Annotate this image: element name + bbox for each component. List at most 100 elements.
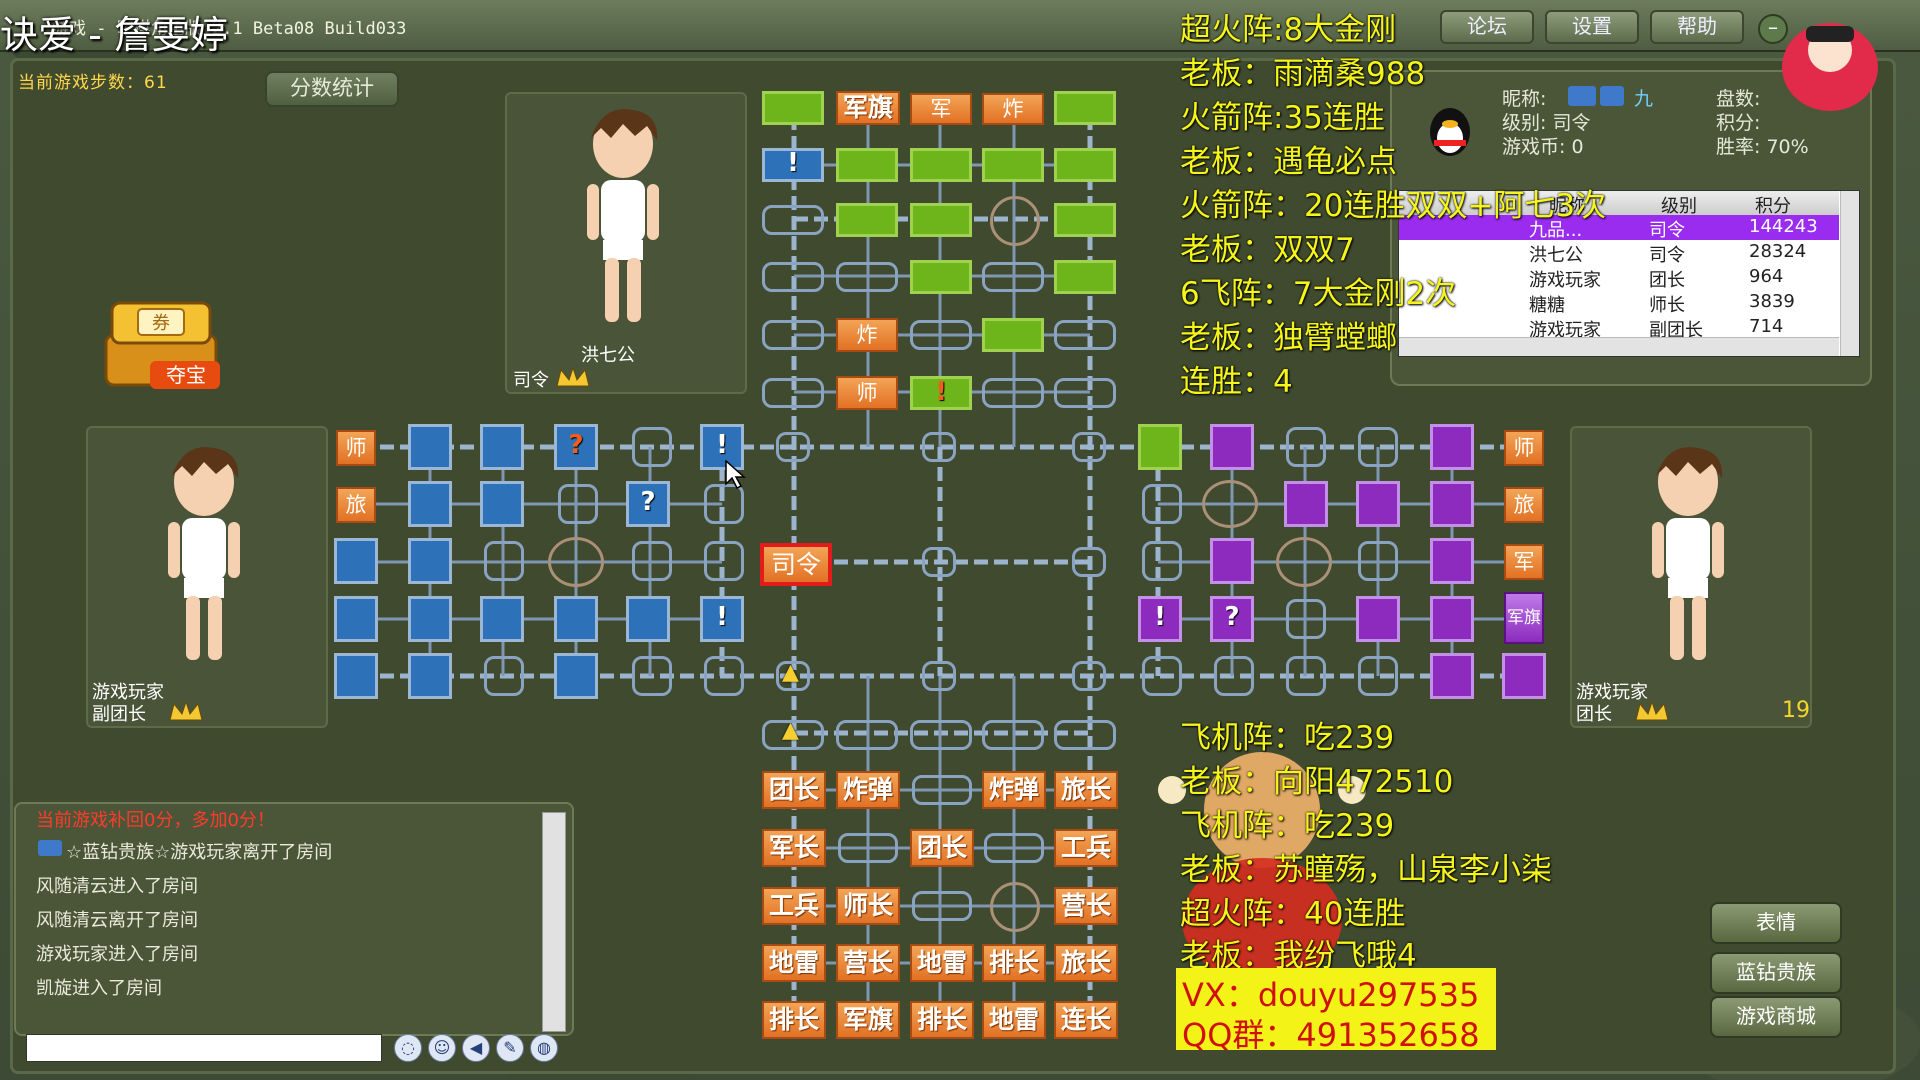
green-piece[interactable]: [836, 203, 898, 237]
own-piece[interactable]: 地雷: [982, 1001, 1046, 1039]
blue-piece[interactable]: [554, 653, 598, 699]
green-piece[interactable]: [1054, 148, 1116, 182]
green-piece[interactable]: [762, 91, 824, 125]
chat-scrollbar[interactable]: [542, 812, 566, 1032]
purple-piece[interactable]: [1284, 481, 1328, 527]
empty-node[interactable]: [1286, 656, 1326, 696]
empty-node[interactable]: [922, 432, 956, 462]
empty-node[interactable]: [910, 320, 972, 350]
player-list-hscroll[interactable]: [1399, 337, 1839, 356]
selected-commander-piece[interactable]: 司令: [760, 543, 832, 586]
blue-piece[interactable]: [408, 424, 452, 470]
empty-node[interactable]: [704, 656, 744, 696]
empty-node[interactable]: [836, 262, 898, 292]
own-piece[interactable]: 炸弹: [982, 771, 1046, 809]
empty-node[interactable]: [1286, 599, 1326, 639]
empty-node[interactable]: [1054, 378, 1116, 408]
empty-node[interactable]: [912, 891, 972, 921]
empty-node[interactable]: [776, 432, 810, 462]
right-player-card[interactable]: 游戏玩家 团长 19: [1570, 426, 1812, 728]
empty-node[interactable]: [1072, 547, 1106, 577]
own-piece[interactable]: 工兵: [1054, 829, 1118, 867]
empty-node[interactable]: [1072, 661, 1106, 691]
empty-node[interactable]: [922, 547, 956, 577]
green-piece[interactable]: [1054, 203, 1116, 237]
empty-node[interactable]: [632, 427, 672, 467]
speech-bubble-icon[interactable]: ◌: [394, 1034, 422, 1062]
empty-node[interactable]: [1214, 656, 1254, 696]
score-stats-button[interactable]: 分数统计: [265, 71, 399, 107]
treasure-icon[interactable]: 券 夺宝: [98, 295, 233, 395]
own-piece[interactable]: 师长: [836, 887, 900, 925]
blue-piece[interactable]: [480, 481, 524, 527]
camp-node[interactable]: [990, 196, 1040, 246]
empty-node[interactable]: [922, 661, 956, 691]
empty-node[interactable]: [762, 378, 824, 408]
bluediamond-button[interactable]: 蓝钻贵族: [1710, 952, 1842, 994]
empty-node[interactable]: [912, 775, 972, 805]
empty-node[interactable]: [1358, 541, 1398, 581]
purple-piece[interactable]: [1210, 424, 1254, 470]
camp-node[interactable]: [1202, 480, 1258, 528]
player-list-row[interactable]: 糖糖 师长 3839: [1399, 290, 1839, 316]
player-list-row[interactable]: 游戏玩家 团长 964: [1399, 265, 1839, 291]
green-piece[interactable]: [910, 203, 972, 237]
empty-node[interactable]: [762, 320, 824, 350]
green-piece[interactable]: [910, 260, 972, 294]
empty-node[interactable]: [484, 656, 524, 696]
own-piece[interactable]: 军旗: [836, 1001, 900, 1039]
green-piece[interactable]: [982, 148, 1044, 182]
green-piece[interactable]: [836, 148, 898, 182]
camp-node[interactable]: [990, 882, 1040, 932]
empty-node[interactable]: [762, 205, 824, 235]
right-piece-brigade[interactable]: 旅: [1504, 487, 1544, 523]
own-piece[interactable]: 军长: [762, 829, 826, 867]
left-piece-brigade[interactable]: 旅: [336, 487, 376, 523]
camp-node[interactable]: [548, 537, 604, 587]
blue-piece[interactable]: [408, 538, 452, 584]
blue-piece[interactable]: [554, 596, 598, 642]
empty-node[interactable]: [558, 484, 598, 524]
green-piece[interactable]: [1054, 91, 1116, 125]
purple-piece[interactable]: [1430, 653, 1474, 699]
empty-node[interactable]: [632, 656, 672, 696]
own-piece[interactable]: 旅长: [1054, 771, 1118, 809]
own-piece[interactable]: 营长: [836, 944, 900, 982]
own-piece[interactable]: 团长: [762, 771, 826, 809]
blue-piece[interactable]: [334, 653, 378, 699]
left-player-card[interactable]: 游戏玩家 副团长: [86, 426, 328, 728]
own-piece[interactable]: 排长: [982, 944, 1046, 982]
own-piece[interactable]: 旅长: [1054, 944, 1118, 982]
empty-node[interactable]: [762, 720, 824, 750]
empty-node[interactable]: [1054, 320, 1116, 350]
own-piece[interactable]: 地雷: [910, 944, 974, 982]
blue-piece[interactable]: [408, 481, 452, 527]
own-piece[interactable]: 工兵: [762, 887, 826, 925]
empty-node[interactable]: [704, 541, 744, 581]
empty-node[interactable]: [982, 720, 1044, 750]
blue-piece[interactable]: [334, 596, 378, 642]
top-piece-flag[interactable]: 军旗: [836, 91, 900, 125]
empty-node[interactable]: [982, 378, 1044, 408]
forum-button[interactable]: 论坛: [1440, 10, 1534, 44]
speaker-icon[interactable]: ◀: [462, 1034, 490, 1062]
own-piece[interactable]: 团长: [910, 829, 974, 867]
empty-node[interactable]: [984, 833, 1044, 863]
empty-node[interactable]: [838, 833, 898, 863]
blue-piece[interactable]: [480, 596, 524, 642]
top-player-card[interactable]: 洪七公 司令: [505, 92, 747, 394]
left-piece-division[interactable]: 师: [336, 430, 376, 466]
purple-piece[interactable]: [1356, 596, 1400, 642]
settings-button[interactable]: 设置: [1545, 10, 1639, 44]
purple-piece[interactable]: [1430, 538, 1474, 584]
player-list-vscroll[interactable]: [1840, 191, 1859, 356]
empty-node[interactable]: [484, 541, 524, 581]
blue-piece[interactable]: [480, 424, 524, 470]
emoji-button[interactable]: 表情: [1710, 902, 1842, 944]
own-piece[interactable]: 营长: [1054, 887, 1118, 925]
own-piece[interactable]: 排长: [910, 1001, 974, 1039]
empty-node[interactable]: [1142, 541, 1182, 581]
empty-node[interactable]: [1286, 427, 1326, 467]
blue-piece[interactable]: [408, 596, 452, 642]
player-list-row[interactable]: 洪七公 司令 28324: [1399, 240, 1839, 266]
